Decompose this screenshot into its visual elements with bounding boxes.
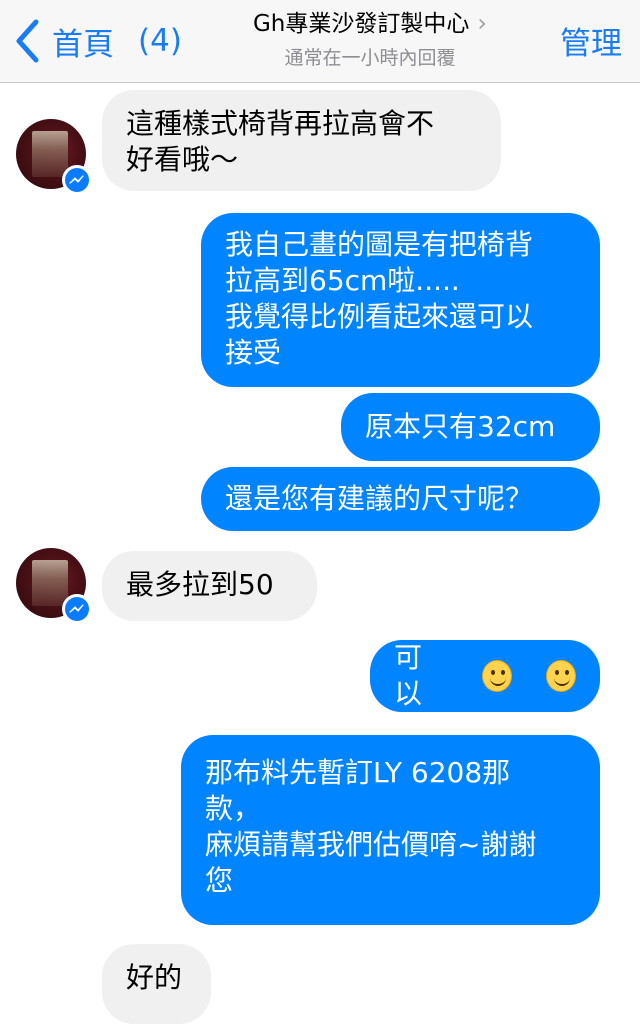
chevron-left-icon	[16, 19, 39, 63]
message-bubble-outgoing: 我自己畫的圖是有把椅背 拉高到65cm啦..... 我覺得比例看起來還可以 接受	[201, 213, 600, 387]
nav-bar: 首頁 (4) Gh專業沙發訂製中心 › 通常在一小時內回覆 管理	[0, 0, 640, 83]
message-bubble-incoming: 最多拉到50	[102, 551, 317, 621]
manage-button[interactable]: 管理	[560, 18, 622, 63]
message-bubble-incoming: 這種樣式椅背再拉高會不 好看哦～	[102, 90, 501, 191]
back-button[interactable]: 首頁 (4)	[14, 16, 182, 66]
conversation-title[interactable]: Gh專業沙發訂製中心 › 通常在一小時內回覆	[200, 4, 540, 70]
message-bubble-outgoing: 還是您有建議的尺寸呢？	[201, 467, 600, 531]
chevron-right-icon: ›	[477, 9, 487, 37]
message-bubble-outgoing: 那布料先暫訂LY 6208那 款， 麻煩請幫我們估價唷~謝謝 您	[181, 735, 600, 925]
response-time-subtitle: 通常在一小時內回覆	[284, 47, 456, 69]
message-bubble-outgoing: 原本只有32cm	[341, 393, 600, 461]
messenger-badge-icon	[62, 594, 92, 624]
smiley-emoji-icon	[482, 660, 513, 692]
message-text: 可以	[394, 641, 423, 710]
unread-count: (4)	[138, 23, 182, 59]
page-title: Gh專業沙發訂製中心	[252, 11, 470, 37]
message-bubble-outgoing: 可以	[370, 640, 600, 712]
avatar-image	[32, 131, 68, 177]
avatar[interactable]	[16, 119, 92, 195]
message-bubble-incoming: 好的	[102, 944, 211, 1024]
smiley-emoji-icon	[546, 660, 576, 692]
avatar[interactable]	[16, 548, 92, 624]
avatar-image	[32, 560, 68, 606]
back-label: 首頁	[52, 26, 114, 63]
messenger-badge-icon	[62, 165, 92, 195]
